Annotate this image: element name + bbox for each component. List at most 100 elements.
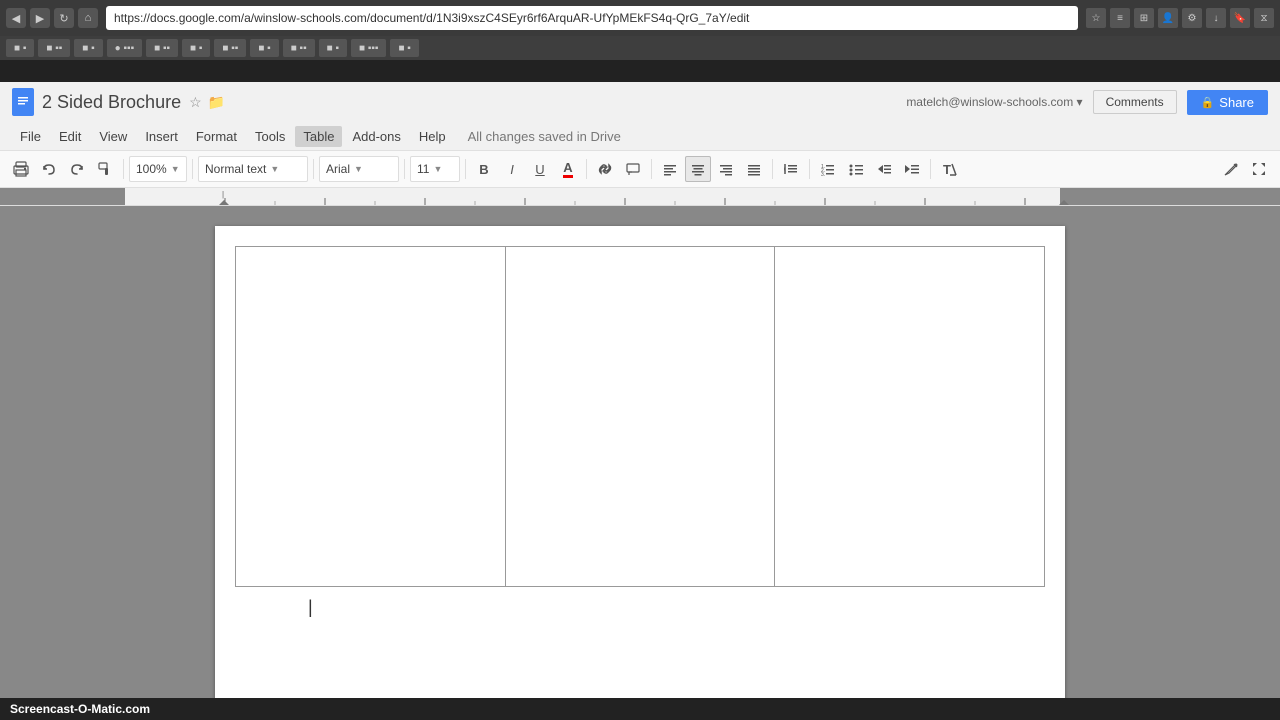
menu-help[interactable]: Help	[411, 126, 454, 147]
style-dropdown[interactable]: Normal text ▼	[198, 156, 308, 182]
url-text: https://docs.google.com/a/winslow-school…	[114, 11, 749, 25]
bookmark-12[interactable]: ■ ▪	[390, 39, 418, 57]
expand-button[interactable]	[1246, 156, 1272, 182]
insert-link-button[interactable]	[592, 156, 618, 182]
indent-more-button[interactable]	[899, 156, 925, 182]
star-icon[interactable]: ☆	[1086, 8, 1106, 28]
ruler: |	[0, 188, 1280, 206]
edit-mode-button[interactable]	[1218, 156, 1244, 182]
bookmark-3[interactable]: ■ ▪	[74, 39, 102, 57]
bookmark-11[interactable]: ■ ▪▪▪	[351, 39, 386, 57]
watermark-text: Screencast-O-Matic.com	[10, 702, 150, 716]
bold-button[interactable]: B	[471, 156, 497, 182]
text-color-button[interactable]: A	[555, 156, 581, 182]
extensions-icon[interactable]: ⊞	[1134, 8, 1154, 28]
download-icon[interactable]: ↓	[1206, 8, 1226, 28]
font-dropdown[interactable]: Arial ▼	[319, 156, 399, 182]
menu-edit[interactable]: Edit	[51, 126, 89, 147]
table-row	[236, 247, 1045, 587]
align-center-button[interactable]	[685, 156, 711, 182]
insert-comment-button[interactable]	[620, 156, 646, 182]
svg-text:3.: 3.	[821, 172, 825, 177]
menu-icon[interactable]: ≡	[1110, 8, 1130, 28]
text-cursor: |	[308, 598, 313, 616]
favorite-icon[interactable]: ☆	[189, 94, 202, 111]
redo-button[interactable]	[64, 156, 90, 182]
browser-nav-bar: ◀ ▶ ↻ ⌂ https://docs.google.com/a/winslo…	[0, 0, 1280, 36]
bookmark-1[interactable]: ■ ▪	[6, 39, 34, 57]
back-button[interactable]: ◀	[6, 8, 26, 28]
bookmark-8[interactable]: ■ ▪	[250, 39, 278, 57]
home-button[interactable]: ⌂	[78, 8, 98, 28]
style-value: Normal text	[205, 162, 266, 176]
separator-9	[809, 159, 810, 179]
user-email[interactable]: matelch@winslow-schools.com ▾	[906, 95, 1082, 109]
clear-format-button[interactable]: T	[936, 156, 962, 182]
font-chevron: ▼	[354, 164, 363, 174]
menu-tools[interactable]: Tools	[247, 126, 293, 147]
table-cell-2[interactable]	[505, 247, 775, 587]
menu-view[interactable]: View	[91, 126, 135, 147]
menu-addons[interactable]: Add-ons	[344, 126, 408, 147]
browser-chrome: ◀ ▶ ↻ ⌂ https://docs.google.com/a/winslo…	[0, 0, 1280, 82]
size-chevron: ▼	[433, 164, 442, 174]
align-justify-button[interactable]	[741, 156, 767, 182]
toolbar-right	[1218, 156, 1272, 182]
align-right-button[interactable]	[713, 156, 739, 182]
separator-7	[651, 159, 652, 179]
move-to-folder-icon[interactable]: 📁	[208, 94, 225, 111]
paint-format-button[interactable]	[92, 156, 118, 182]
bullet-list-button[interactable]	[843, 156, 869, 182]
italic-button[interactable]: I	[499, 156, 525, 182]
bookmark-5[interactable]: ■ ▪▪	[146, 39, 178, 57]
history-icon[interactable]: ⧖	[1254, 8, 1274, 28]
font-value: Arial	[326, 162, 350, 176]
bookmark-10[interactable]: ■ ▪	[319, 39, 347, 57]
zoom-value: 100%	[136, 162, 167, 176]
font-size-value: 11	[417, 162, 429, 176]
zoom-dropdown[interactable]: 100% ▼	[129, 156, 187, 182]
forward-button[interactable]: ▶	[30, 8, 50, 28]
avatar-icon[interactable]: 👤	[1158, 8, 1178, 28]
bookmark-6[interactable]: ■ ▪	[182, 39, 210, 57]
menu-table[interactable]: Table	[295, 126, 342, 147]
separator-2	[192, 159, 193, 179]
line-spacing-button[interactable]	[778, 156, 804, 182]
share-button[interactable]: 🔒 Share	[1187, 90, 1268, 115]
save-status: All changes saved in Drive	[468, 129, 621, 144]
bookmark-2[interactable]: ■ ▪▪	[38, 39, 70, 57]
font-size-dropdown[interactable]: 11 ▼	[410, 156, 460, 182]
docs-menu-bar: File Edit View Insert Format Tools Table…	[0, 122, 1280, 150]
menu-file[interactable]: File	[12, 126, 49, 147]
bookmark-7[interactable]: ■ ▪▪	[214, 39, 246, 57]
url-bar[interactable]: https://docs.google.com/a/winslow-school…	[106, 6, 1078, 30]
docs-content[interactable]: |	[0, 206, 1280, 698]
document-page[interactable]: |	[215, 226, 1065, 698]
browser-toolbar-icons: ☆ ≡ ⊞ 👤 ⚙ ↓ 🔖 ⧖	[1086, 8, 1274, 28]
underline-button[interactable]: U	[527, 156, 553, 182]
document-table[interactable]	[235, 246, 1045, 587]
indent-less-button[interactable]	[871, 156, 897, 182]
separator-4	[404, 159, 405, 179]
refresh-button[interactable]: ↻	[54, 8, 74, 28]
settings-icon[interactable]: ⚙	[1182, 8, 1202, 28]
print-button[interactable]	[8, 156, 34, 182]
comments-button[interactable]: Comments	[1093, 90, 1177, 114]
bookmark-4[interactable]: ● ▪▪▪	[107, 39, 142, 57]
separator-6	[586, 159, 587, 179]
bookmark-9[interactable]: ■ ▪▪	[283, 39, 315, 57]
menu-format[interactable]: Format	[188, 126, 245, 147]
table-cell-1[interactable]	[236, 247, 506, 587]
separator-8	[772, 159, 773, 179]
share-label: Share	[1219, 95, 1254, 110]
numbered-list-button[interactable]: 1.2.3.	[815, 156, 841, 182]
svg-text:|: |	[222, 190, 224, 199]
separator-3	[313, 159, 314, 179]
menu-insert[interactable]: Insert	[137, 126, 186, 147]
doc-title[interactable]: 2 Sided Brochure	[42, 92, 181, 113]
table-cell-3[interactable]	[775, 247, 1045, 587]
align-left-button[interactable]	[657, 156, 683, 182]
bookmark2-icon[interactable]: 🔖	[1230, 8, 1250, 28]
undo-button[interactable]	[36, 156, 62, 182]
separator-1	[123, 159, 124, 179]
